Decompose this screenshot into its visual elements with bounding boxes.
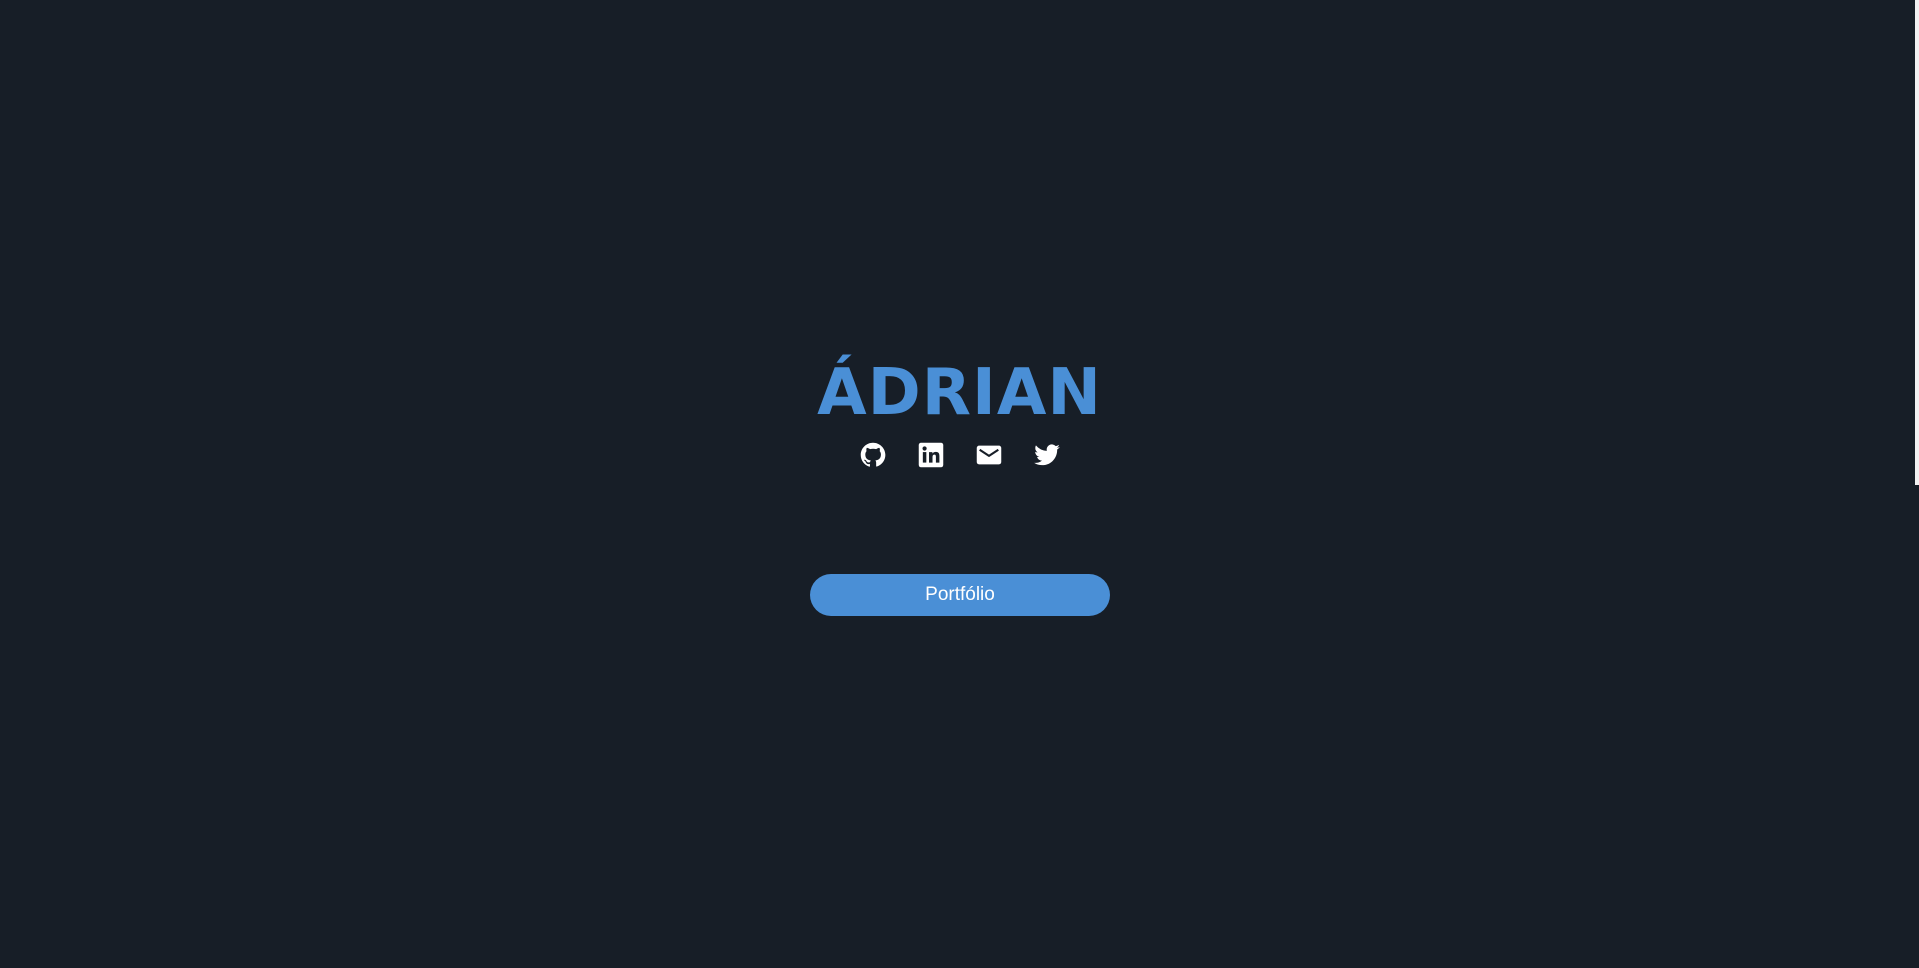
social-links [0,441,1919,469]
scrollbar[interactable] [1915,0,1919,485]
email-link[interactable] [975,441,1003,469]
linkedin-link[interactable] [917,441,945,469]
twitter-link[interactable] [1033,441,1061,469]
portfolio-button[interactable]: Portfólio [810,574,1110,616]
github-link[interactable] [859,441,887,469]
page-title: ÁDRIAN [817,356,1102,430]
github-icon [860,442,885,467]
twitter-icon [1033,444,1060,466]
page: ÁDRIAN Portfólio [0,0,1919,968]
linkedin-icon [918,442,943,468]
email-icon [976,445,1001,465]
